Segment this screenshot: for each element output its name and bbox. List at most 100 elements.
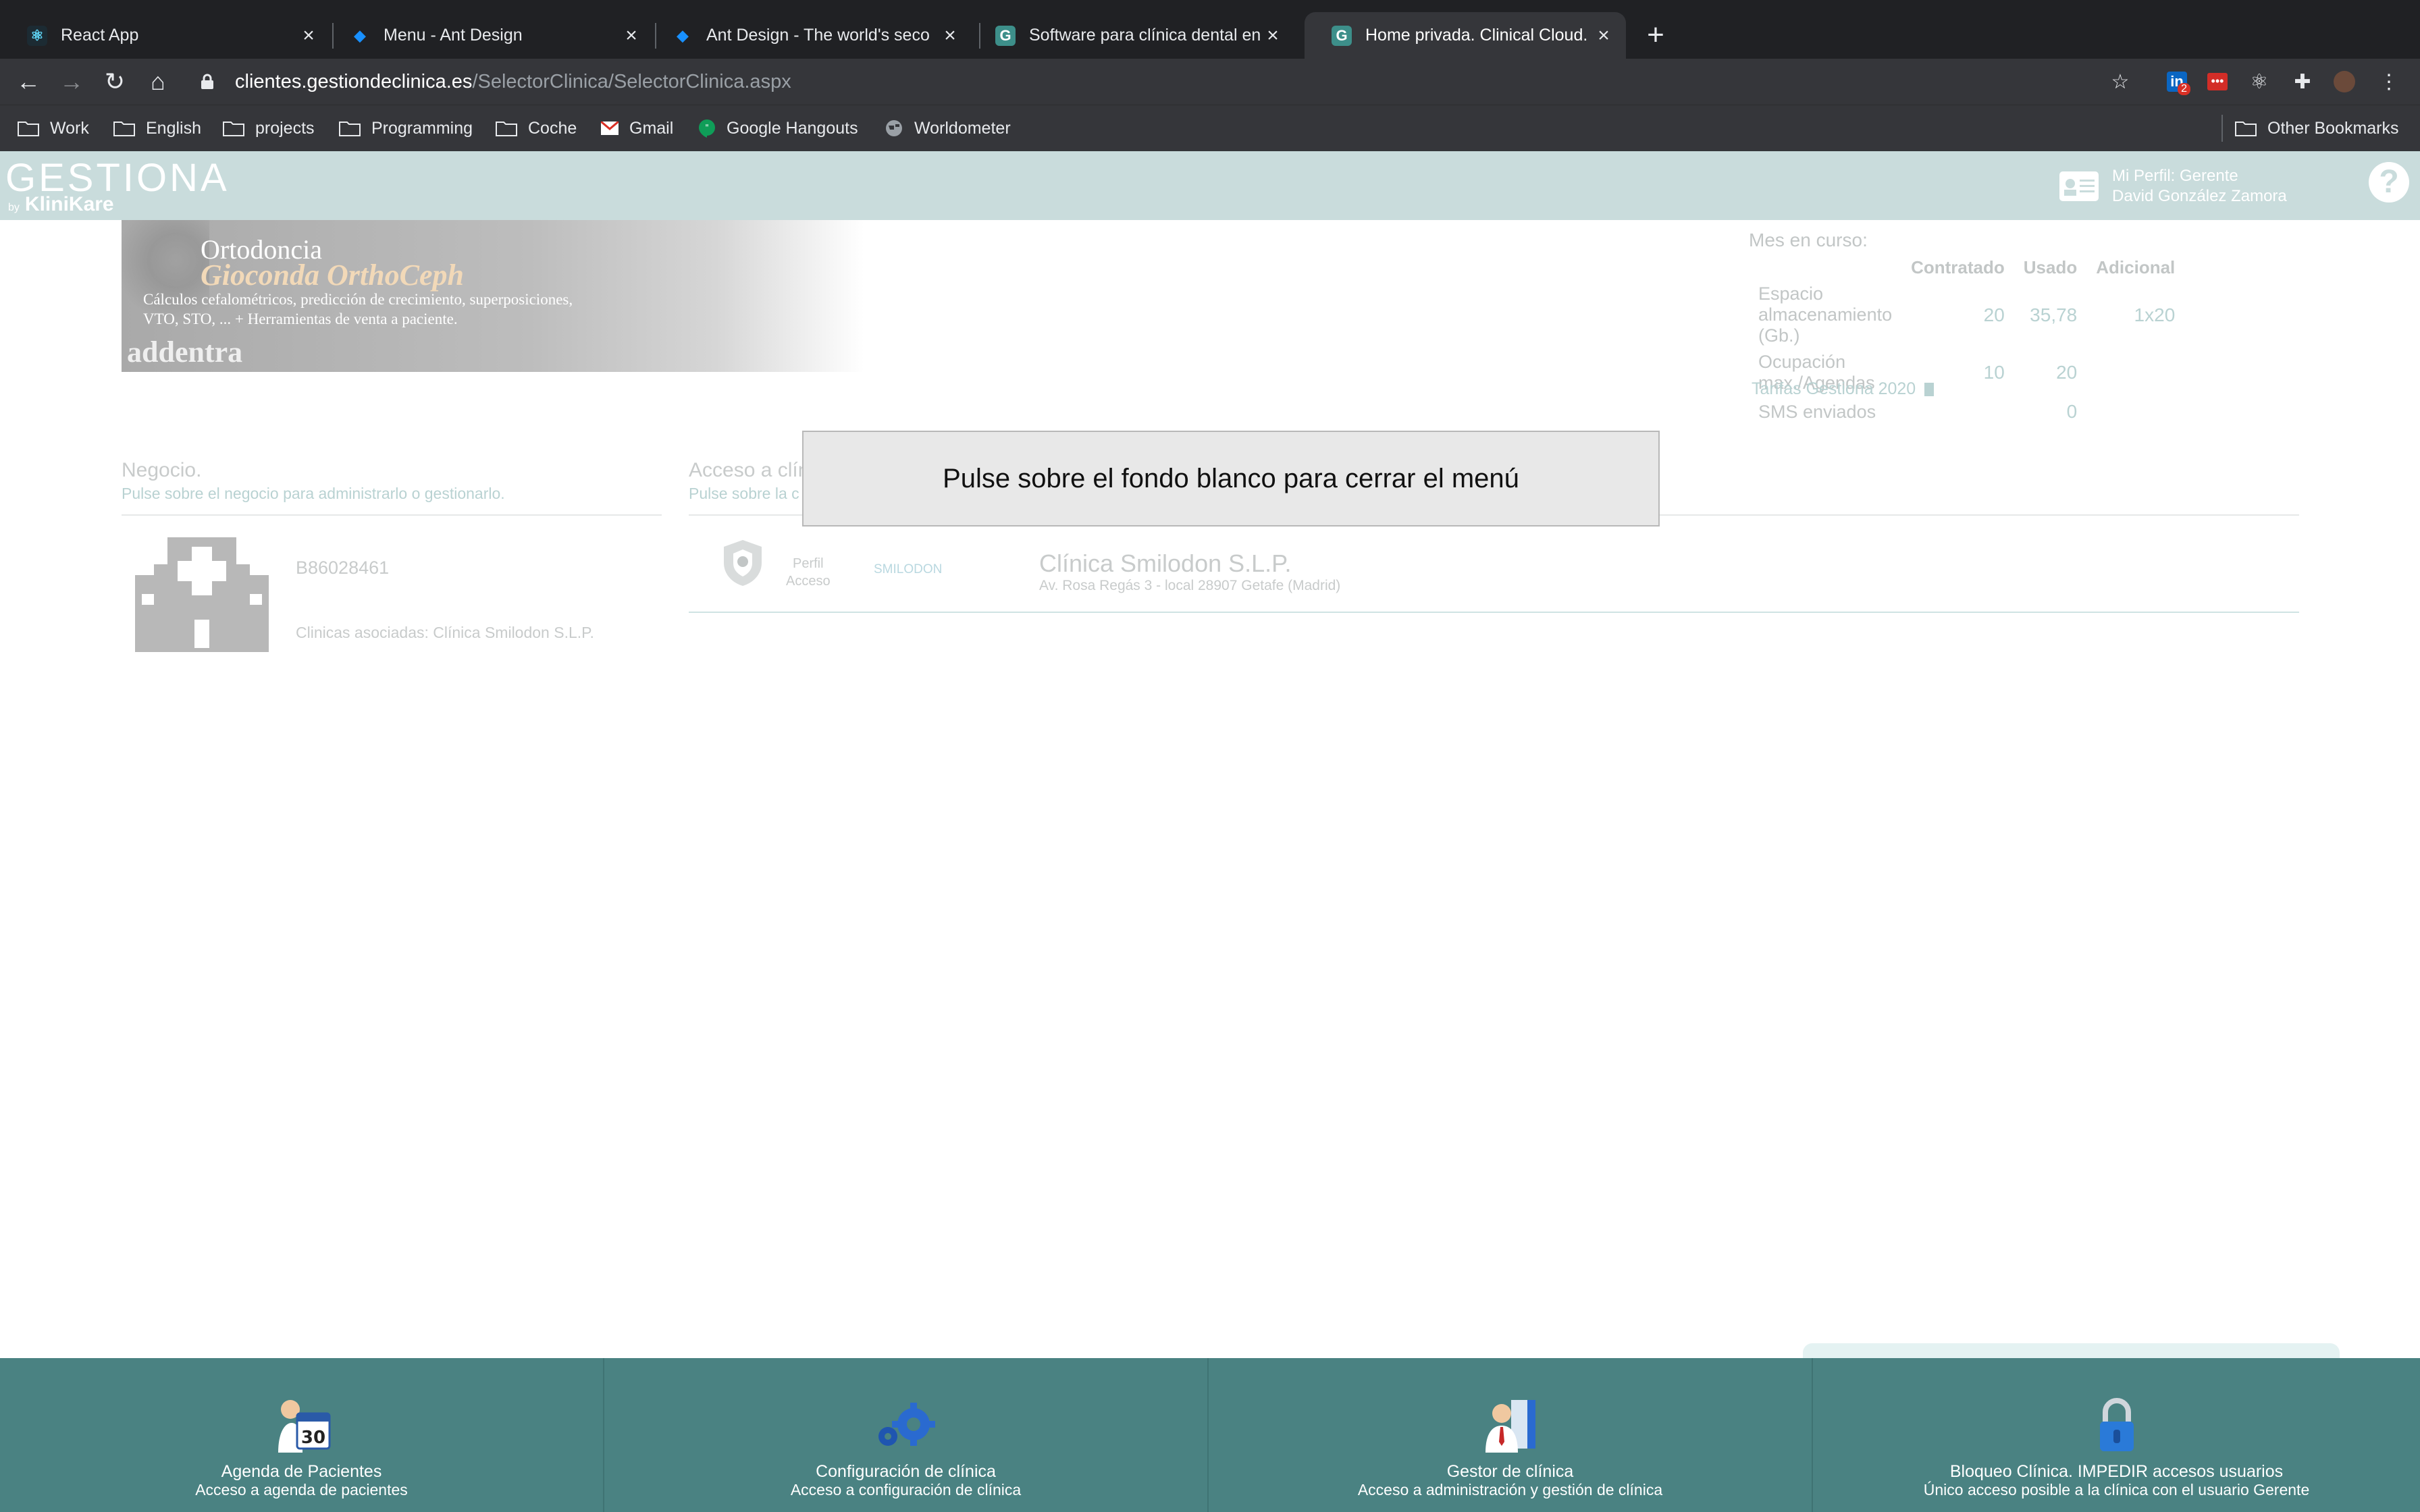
tab-home-privada[interactable]: G Home privada. Clinical Cloud. × (1305, 12, 1626, 59)
gears-icon (878, 1403, 935, 1446)
bookmarks-bar: Work English projects Programming Coche … (0, 105, 2420, 151)
bookmark-worldometer[interactable]: Worldometer (885, 105, 1011, 151)
avatar[interactable] (2331, 68, 2358, 95)
banner-description: Cálculos cefalométricos, predicción de c… (143, 290, 573, 329)
usage-col-adicional: Adicional (2096, 256, 2176, 277)
close-icon[interactable]: × (940, 24, 960, 47)
other-bookmarks[interactable]: Other Bookmarks (2221, 115, 2399, 142)
menu-configuracion-clinica[interactable]: Configuración de clínica Acceso a config… (604, 1358, 1209, 1512)
tab-ant-design-home[interactable]: ◆ Ant Design - The world's seco × (646, 12, 972, 59)
menu-gestor-clinica[interactable]: Gestor de clínica Acceso a administració… (1209, 1358, 1813, 1512)
bookmark-coche[interactable]: Coche (496, 105, 577, 151)
tab-menu-ant-design[interactable]: ◆ Menu - Ant Design × (323, 12, 654, 59)
menu-agenda-pacientes[interactable]: 30 Agenda de Pacientes Acceso a agenda d… (0, 1358, 604, 1512)
negocio-subtitle: Pulse sobre el negocio para administrarl… (122, 485, 505, 502)
usage-usado: 0 (2066, 401, 2078, 422)
home-button[interactable]: ⌂ (142, 59, 174, 105)
table-row: Espacio almacenamiento (Gb.) 20 35,78 1x… (1749, 281, 2184, 349)
reload-button[interactable]: ↻ (99, 59, 131, 105)
menu-title: Configuración de clínica (816, 1462, 996, 1481)
address-bar[interactable]: clientes.gestiondeclinica.es/SelectorCli… (235, 59, 791, 105)
react-icon: ⚛ (27, 25, 47, 46)
klinikare-logo: by KliniKare (8, 193, 114, 216)
bookmark-projects[interactable]: projects (223, 105, 315, 151)
menu-title: Agenda de Pacientes (221, 1462, 382, 1481)
bookmark-work[interactable]: Work (18, 105, 89, 151)
tarifas-link-label: Tarifas Gestiona 2020 (1752, 379, 1916, 398)
bookmark-programming[interactable]: Programming (339, 105, 473, 151)
menu-title: Gestor de clínica (1446, 1462, 1574, 1481)
back-button[interactable]: ← (12, 59, 45, 105)
orthoceph-banner[interactable]: Ortodoncia Gioconda OrthoCeph Cálculos c… (122, 220, 864, 372)
kebab-menu-icon[interactable]: ⋮ (2375, 68, 2402, 95)
extension-badge: 2 (2178, 83, 2190, 95)
bottom-menu: 30 Agenda de Pacientes Acceso a agenda d… (0, 1358, 2420, 1512)
usage-row-label: Espacio almacenamiento (Gb.) (1758, 284, 1893, 346)
acceso-subtitle: Pulse sobre la c (689, 485, 799, 502)
profile-card-icon[interactable] (2059, 171, 2099, 201)
bookmark-star-icon[interactable]: ☆ (2107, 68, 2134, 95)
close-icon[interactable]: × (1263, 24, 1283, 47)
clinic-name: Clínica Smilodon S.L.P. (1039, 549, 1292, 577)
gestiona-icon: G (1332, 25, 1352, 46)
banner-desc-line: VTO, STO, ... + Herramientas de venta a … (143, 310, 458, 327)
folder-icon (18, 120, 39, 136)
bookmark-label: Other Bookmarks (2267, 118, 2399, 138)
menu-subtitle: Acceso a configuración de clínica (790, 1481, 1022, 1498)
tab-title: Ant Design - The world's seco (706, 26, 930, 45)
lock-icon[interactable] (200, 74, 215, 90)
usage-col-contratado: Contratado (1911, 256, 2005, 277)
profile-user: David González Zamora (2112, 187, 2287, 205)
svg-text:": " (705, 123, 709, 132)
close-icon[interactable]: × (1594, 24, 1614, 47)
close-icon[interactable]: × (298, 24, 319, 47)
profile-info[interactable]: Mi Perfil: Gerente David González Zamora (2112, 166, 2287, 207)
folder-icon (223, 120, 244, 136)
close-icon[interactable]: × (621, 24, 641, 47)
bookmark-label: Gmail (629, 118, 674, 138)
clinic-row[interactable]: Perfil Acceso SMILODON Clínica Smilodon … (689, 526, 2299, 613)
bookmark-english[interactable]: English (113, 105, 201, 151)
negocio-title: Negocio. (122, 459, 202, 481)
new-tab-button[interactable]: + (1642, 16, 1669, 54)
business-id[interactable]: B86028461 (296, 558, 389, 578)
calendar-icon: 30 (278, 1400, 330, 1453)
globe-icon (885, 119, 903, 138)
table-row: SMS enviados 0 (1749, 396, 2184, 427)
ant-design-icon: ◆ (354, 26, 366, 44)
logo-by: by (8, 202, 20, 213)
url-host: clientes.gestiondeclinica.es (235, 71, 473, 92)
menu-bloqueo-clinica[interactable]: Bloqueo Clínica. IMPEDIR accesos usuario… (1813, 1358, 2420, 1512)
bookmark-google-hangouts[interactable]: " Google Hangouts (698, 105, 858, 151)
gestiona-icon: G (995, 25, 1016, 46)
usage-table: Contratado Usado Adicional Espacio almac… (1749, 254, 2184, 427)
bookmark-label: Worldometer (914, 118, 1011, 138)
bookmark-label: Coche (528, 118, 577, 138)
usage-contratado (1901, 396, 2014, 427)
notice-text: Pulse sobre el fondo blanco para cerrar … (943, 463, 1519, 493)
bookmark-label: Work (50, 118, 89, 138)
manager-icon (1485, 1400, 1535, 1453)
associated-clinics: Clinicas asociadas: Clínica Smilodon S.L… (296, 624, 594, 641)
usage-adicional: 1x20 (2134, 304, 2176, 325)
linkedin-extension-icon[interactable]: in 2 (2163, 68, 2190, 95)
tab-software-clinica[interactable]: G Software para clínica dental en × (968, 12, 1295, 59)
lock-icon (2099, 1398, 2134, 1451)
profile-shield-icon (724, 540, 762, 586)
tab-react-app[interactable]: ⚛ React App × (0, 12, 331, 59)
react-devtools-icon[interactable]: ⚛ (2246, 68, 2273, 95)
tarifas-link[interactable]: Tarifas Gestiona 2020 (1752, 379, 1935, 399)
acceso-label: Acceso (786, 574, 831, 589)
forward-button[interactable]: → (55, 59, 88, 105)
bookmark-label: Google Hangouts (727, 118, 858, 138)
bookmark-gmail[interactable]: Gmail (601, 105, 673, 151)
usage-col-usado: Usado (2023, 256, 2078, 277)
folder-icon (2235, 120, 2257, 136)
lastpass-extension-icon[interactable]: ••• (2204, 68, 2231, 95)
extensions-puzzle-icon[interactable]: ✚ (2289, 68, 2316, 95)
profile-role: Mi Perfil: Gerente (2112, 167, 2238, 185)
bookmark-label: projects (255, 118, 315, 138)
logo-brand: KliniKare (24, 193, 114, 215)
hospital-icon[interactable] (135, 537, 269, 652)
help-icon[interactable]: ? (2369, 162, 2409, 202)
